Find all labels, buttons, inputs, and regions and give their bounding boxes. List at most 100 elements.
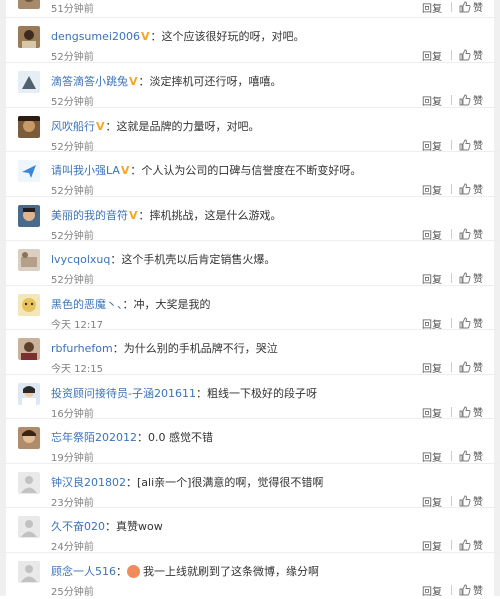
username-link[interactable]: rbfurhefom — [51, 342, 113, 355]
comment-text: 这就是品牌的力量呀，对吧。 — [116, 120, 260, 133]
reply-button[interactable]: 回复 — [422, 93, 442, 108]
action-divider — [451, 95, 452, 105]
avatar[interactable] — [18, 561, 40, 583]
verified-icon: V — [140, 30, 150, 43]
comment-text: 真赞wow — [116, 520, 163, 533]
comment-line: 滴答滴答小跳兔V：淡定摔机可还行呀，嘻嘻。 — [51, 75, 282, 88]
username-link[interactable]: 忘年祭陌202012 — [51, 431, 137, 444]
reply-button[interactable]: 回复 — [422, 271, 442, 286]
comment-line: 钟汉良201802：[ali亲一个]很满意的啊，觉得很不错啊 — [51, 476, 324, 489]
action-divider — [451, 2, 452, 12]
comment-text: [ali亲一个]很满意的啊，觉得很不错啊 — [137, 476, 324, 489]
username-link[interactable]: 投资顾问接待员-子涵201611 — [51, 387, 196, 400]
username-link[interactable]: 顾念一人516 — [51, 565, 116, 578]
thumbs-up-icon — [459, 228, 471, 240]
username-link[interactable]: 美丽的我的音符 — [51, 209, 128, 222]
action-divider — [451, 540, 452, 550]
username-link[interactable]: 风吹船行 — [51, 120, 95, 133]
like-button[interactable]: 赞 — [459, 493, 483, 508]
avatar[interactable] — [18, 516, 40, 538]
like-button[interactable]: 赞 — [459, 226, 483, 241]
reply-button[interactable]: 回复 — [422, 48, 442, 63]
reply-button[interactable]: 回复 — [422, 360, 442, 375]
action-divider — [451, 273, 452, 283]
avatar[interactable] — [18, 294, 40, 316]
thumbs-up-icon — [459, 450, 471, 462]
comment-text: 这个应该很好玩的呀，对吧。 — [161, 30, 305, 43]
emoji-icon — [127, 564, 140, 578]
username-link[interactable]: 请叫我小强LA — [51, 164, 120, 177]
avatar[interactable] — [18, 383, 40, 405]
like-button[interactable]: 赞 — [459, 582, 483, 597]
like-label: 赞 — [473, 452, 483, 463]
like-label: 赞 — [473, 541, 483, 552]
action-divider — [451, 140, 452, 150]
comment-time: 52分钟前 — [51, 186, 94, 197]
thumbs-up-icon — [459, 361, 471, 373]
action-divider — [451, 407, 452, 417]
username-link[interactable]: 滴答滴答小跳兔 — [51, 75, 128, 88]
avatar[interactable] — [18, 249, 40, 271]
comment-item: 钟汉良201802：[ali亲一个]很满意的啊，觉得很不错啊 23分钟前 回复 … — [0, 464, 500, 509]
action-divider — [451, 496, 452, 506]
comment-item: lvycqolxuq：这个手机壳以后肯定销售火爆。 52分钟前 回复 赞 — [0, 241, 500, 286]
like-button[interactable]: 赞 — [459, 537, 483, 552]
comment-text: 为什么别的手机品牌不行，哭泣 — [123, 342, 278, 355]
comment-line: 投资顾问接待员-子涵201611：粗线一下极好的段子呀 — [51, 387, 317, 400]
comment-item: 风吹船行V：这就是品牌的力量呀，对吧。 52分钟前 回复 赞 — [0, 108, 500, 153]
avatar[interactable] — [18, 0, 40, 9]
comment-line: rbfurhefom：为什么别的手机品牌不行，哭泣 — [51, 342, 278, 355]
reply-button[interactable]: 回复 — [422, 0, 442, 15]
action-divider — [451, 50, 452, 60]
comment-item: 投资顾问接待员-子涵201611：粗线一下极好的段子呀 16分钟前 回复 赞 — [0, 375, 500, 420]
like-button[interactable]: 赞 — [459, 0, 483, 14]
comment-text: 冲，大奖是我的 — [133, 298, 211, 311]
comment-item: dengsumei2006V：这个应该很好玩的呀，对吧。 52分钟前 回复 赞 — [0, 18, 500, 63]
action-divider — [451, 318, 452, 328]
thumbs-up-icon — [459, 49, 471, 61]
action-divider — [451, 184, 452, 194]
like-button[interactable]: 赞 — [459, 270, 483, 285]
like-button[interactable]: 赞 — [459, 47, 483, 62]
like-label: 赞 — [473, 274, 483, 285]
comment-text: 个人认为公司的口碑与信誉度在不断变好呀。 — [141, 164, 362, 177]
thumbs-up-icon — [459, 94, 471, 106]
avatar[interactable] — [18, 71, 40, 93]
comment-line: 久不奋020：真赞wow — [51, 520, 163, 533]
avatar[interactable] — [18, 338, 40, 360]
like-button[interactable]: 赞 — [459, 315, 483, 330]
reply-button[interactable]: 回复 — [422, 182, 442, 197]
username-link[interactable]: lvycqolxuq — [51, 253, 110, 266]
verified-icon: V — [120, 164, 130, 177]
like-button[interactable]: 赞 — [459, 92, 483, 107]
like-button[interactable]: 赞 — [459, 448, 483, 463]
username-link[interactable]: 钟汉良201802 — [51, 476, 126, 489]
like-button[interactable]: 赞 — [459, 404, 483, 419]
comment-line: dengsumei2006V：这个应该很好玩的呀，对吧。 — [51, 30, 305, 43]
comment-line: 顾念一人516： 我一上线就刷到了这条微博，缘分啊 — [51, 564, 319, 578]
avatar[interactable] — [18, 205, 40, 227]
comment-item: rbfurhefom：为什么别的手机品牌不行，哭泣 今天 12:15 回复 赞 — [0, 330, 500, 375]
like-label: 赞 — [473, 96, 483, 107]
avatar[interactable] — [18, 427, 40, 449]
like-button[interactable]: 赞 — [459, 359, 483, 374]
thumbs-up-icon — [459, 584, 471, 596]
like-button[interactable]: 赞 — [459, 137, 483, 152]
comment-time: 24分钟前 — [51, 542, 94, 553]
action-divider — [451, 362, 452, 372]
comment-item: 忘年祭陌202012：0.0 感觉不错 19分钟前 回复 赞 — [0, 419, 500, 464]
comment-time: 51分钟前 — [51, 4, 94, 15]
username-link[interactable]: 久不奋020 — [51, 520, 105, 533]
like-label: 赞 — [473, 51, 483, 62]
reply-button[interactable]: 回复 — [422, 538, 442, 553]
comment-item: 黑色的恶魔丶、：冲，大奖是我的 今天 12:17 回复 赞 — [0, 286, 500, 331]
reply-button[interactable]: 回复 — [422, 449, 442, 464]
comment-text: 摔机挑战，这是什么游戏。 — [149, 209, 282, 222]
like-button[interactable]: 赞 — [459, 181, 483, 196]
avatar[interactable] — [18, 116, 40, 138]
username-link[interactable]: 黑色的恶魔丶、 — [51, 298, 123, 311]
avatar[interactable] — [18, 472, 40, 494]
avatar[interactable] — [18, 160, 40, 182]
avatar[interactable] — [18, 26, 40, 48]
username-link[interactable]: dengsumei2006 — [51, 30, 140, 43]
